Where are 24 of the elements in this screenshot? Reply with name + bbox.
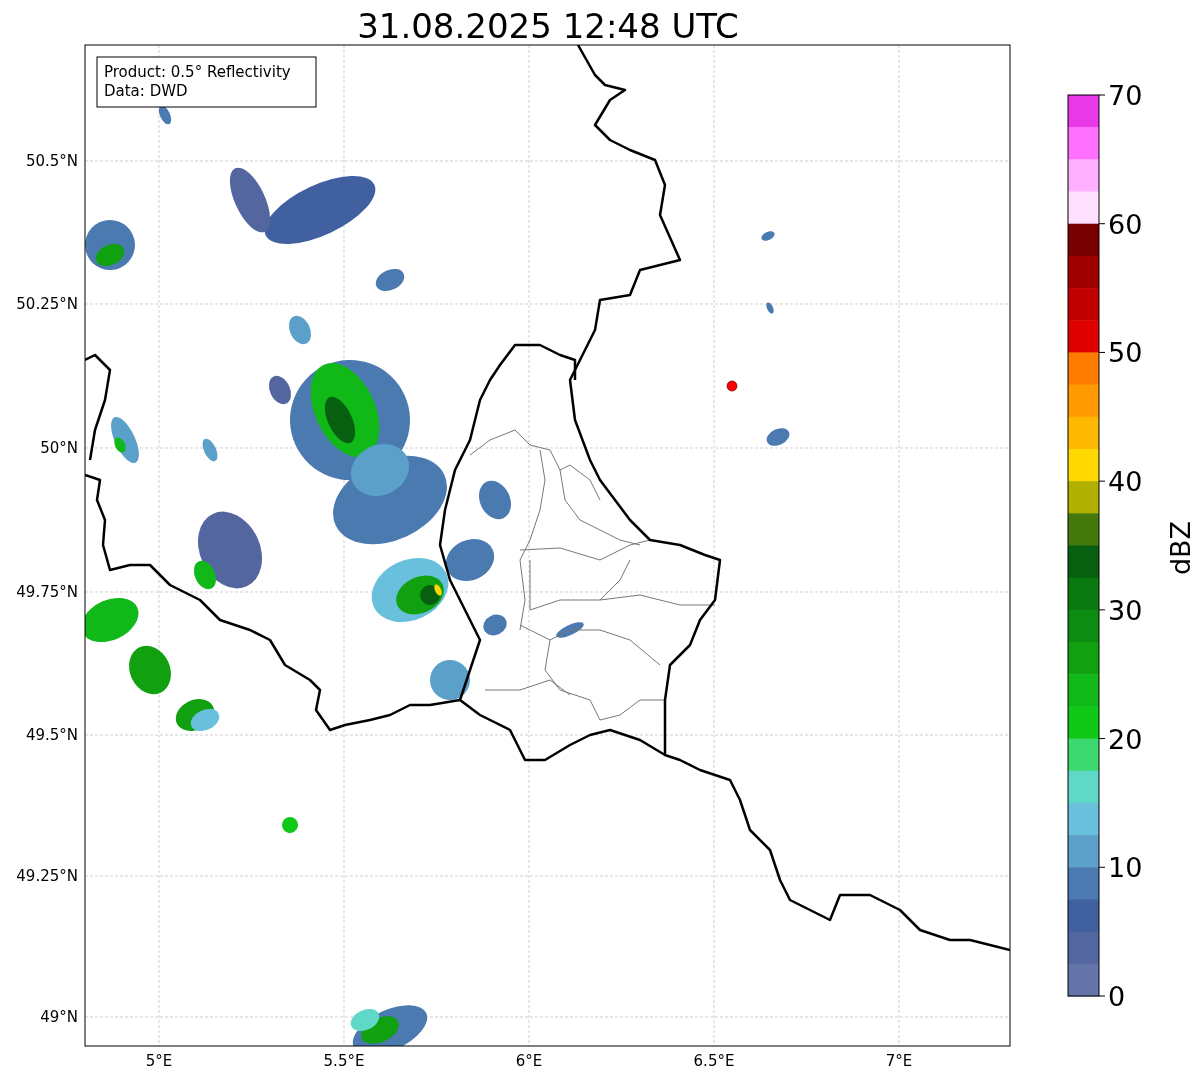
colorbar-label: dBZ: [1165, 520, 1196, 576]
y-tick-label: 49.5°N: [25, 726, 78, 744]
y-tick-label: 50°N: [40, 439, 78, 457]
y-tick-label: 49°N: [40, 1008, 78, 1026]
colorbar-tick-label: 30: [1108, 594, 1143, 626]
y-tick-label: 50.25°N: [16, 295, 78, 313]
colorbar-tick-label: 60: [1108, 208, 1143, 240]
x-tick-label: 6°E: [515, 1052, 543, 1070]
colorbar-tick-label: 40: [1108, 466, 1143, 498]
x-tick-label: 7°E: [885, 1052, 913, 1070]
colorbar-tick-label: 70: [1108, 80, 1143, 111]
x-tick-label: 6.5°E: [693, 1052, 735, 1070]
colorbar-tick-label: 20: [1108, 723, 1143, 755]
y-tick-label: 49.25°N: [16, 867, 78, 885]
x-tick-label: 5.5°E: [323, 1052, 365, 1070]
colorbar-tick-label: 10: [1108, 852, 1143, 884]
x-tick-label: 5°E: [145, 1052, 173, 1070]
y-tick-label: 50.5°N: [25, 152, 78, 170]
y-tick-label: 49.75°N: [16, 583, 78, 601]
info-text: Data: DWD: [104, 82, 188, 100]
colorbar-tick-label: 50: [1108, 337, 1143, 369]
info-text: Product: 0.5° Reflectivity: [104, 63, 291, 81]
chart-title: 31.08.2025 12:48 UTC: [357, 6, 739, 46]
colorbar-tick-label: 0: [1108, 981, 1126, 1012]
